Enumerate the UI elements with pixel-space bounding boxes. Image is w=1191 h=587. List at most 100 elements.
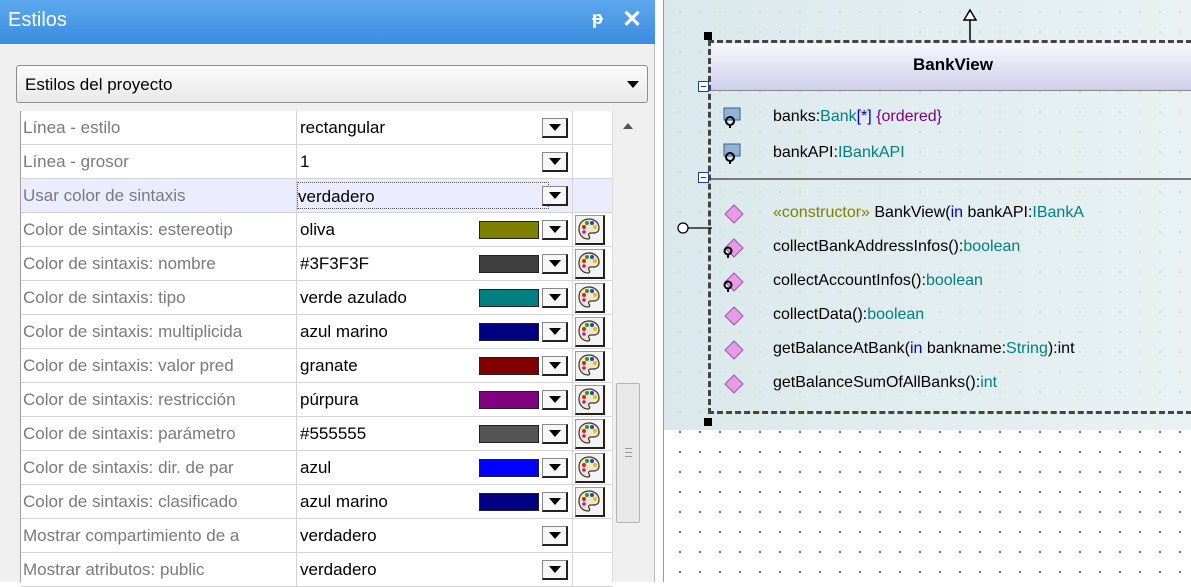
attribute-item[interactable]: banks:Bank[*] {ordered}: [773, 108, 942, 126]
property-value[interactable]: verdadero: [300, 553, 377, 586]
property-value[interactable]: granate: [300, 349, 358, 382]
property-label: Color de sintaxis: parámetro: [23, 417, 297, 450]
palette-icon: [578, 286, 600, 308]
color-swatch: [479, 493, 539, 511]
palette-icon: [578, 456, 600, 478]
panel-titlebar: Estilos ᵽ ✕: [0, 0, 655, 44]
selection-handle[interactable]: [704, 418, 712, 426]
color-palette-button[interactable]: [575, 317, 605, 347]
close-icon[interactable]: ✕: [622, 5, 642, 34]
color-palette-button[interactable]: [575, 249, 605, 279]
property-row[interactable]: Mostrar compartimiento de a verdadero: [21, 519, 613, 553]
value-dropdown-button[interactable]: [542, 356, 568, 376]
color-swatch: [479, 289, 539, 307]
value-dropdown-button[interactable]: [542, 458, 568, 478]
pin-icon[interactable]: ᵽ: [592, 8, 603, 29]
color-palette-button[interactable]: [575, 283, 605, 313]
property-row[interactable]: Color de sintaxis: dir. de par azul: [21, 451, 613, 485]
uml-class-box[interactable]: BankView banks:Bank[*] {ordered} bankAPI:…: [708, 40, 1191, 414]
member-text-part: boolean: [963, 238, 1021, 255]
property-row[interactable]: Color de sintaxis: parámetro #555555: [21, 417, 613, 451]
property-row[interactable]: Línea - grosor 1: [21, 145, 613, 179]
member-text-part: in: [950, 204, 964, 221]
value-dropdown-button[interactable]: [542, 254, 568, 274]
property-row[interactable]: Color de sintaxis: estereotip oliva: [21, 213, 613, 247]
value-dropdown-button[interactable]: [542, 526, 568, 546]
operation-item[interactable]: getBalanceAtBank(in bankname:String):int: [773, 340, 1075, 358]
property-row[interactable]: Usar color de sintaxis verdadero: [21, 179, 613, 213]
member-text-part: getBalanceAtBank(: [773, 340, 910, 357]
styles-scope-dropdown[interactable]: Estilos del proyecto: [16, 65, 648, 103]
property-value[interactable]: rectangular: [300, 111, 385, 144]
operation-item[interactable]: collectBankAddressInfos():boolean: [773, 238, 1020, 256]
class-header[interactable]: BankView: [711, 43, 1191, 91]
property-value[interactable]: verdadero: [297, 182, 549, 209]
property-row[interactable]: Color de sintaxis: nombre #3F3F3F: [21, 247, 613, 281]
member-text-part: bankname:: [922, 340, 1007, 357]
property-value[interactable]: azul marino: [300, 315, 388, 348]
cell-divider: [572, 349, 573, 382]
palette-icon: [578, 490, 600, 512]
property-value[interactable]: púrpura: [300, 383, 359, 416]
property-row[interactable]: Color de sintaxis: multiplicida azul mari…: [21, 315, 613, 349]
palette-icon: [578, 422, 600, 444]
color-palette-button[interactable]: [575, 419, 605, 449]
property-label: Color de sintaxis: multiplicida: [23, 315, 297, 348]
color-palette-button[interactable]: [575, 351, 605, 381]
property-grid-scrollbar[interactable]: [612, 111, 642, 582]
color-palette-button[interactable]: [575, 385, 605, 415]
operation-item[interactable]: getBalanceSumOfAllBanks():int: [773, 374, 997, 392]
operation-item[interactable]: collectData():boolean: [773, 306, 924, 324]
cell-divider: [572, 553, 573, 586]
value-dropdown-button[interactable]: [542, 390, 568, 410]
operation-item[interactable]: collectAccountInfos():boolean: [773, 272, 983, 290]
value-dropdown-button[interactable]: [542, 288, 568, 308]
attribute-item[interactable]: bankAPI:IBankAPI: [773, 144, 905, 162]
color-palette-button[interactable]: [575, 487, 605, 517]
cell-divider: [572, 315, 573, 348]
property-value[interactable]: verdadero: [300, 519, 377, 552]
operations-compartment: «constructor» BankView(in bankAPI:IBankA…: [711, 182, 1191, 412]
property-label: Color de sintaxis: restricción: [23, 383, 297, 416]
property-value[interactable]: verde azulado: [300, 281, 407, 314]
scrollbar-thumb[interactable]: [616, 383, 640, 523]
member-text-part: in: [909, 340, 923, 357]
selection-handle[interactable]: [704, 32, 712, 40]
member-text-part: int: [980, 374, 998, 391]
chevron-down-icon: [627, 81, 639, 88]
value-dropdown-button[interactable]: [542, 424, 568, 444]
operation-item[interactable]: «constructor» BankView(in bankAPI:IBankA: [773, 204, 1084, 222]
property-value[interactable]: azul marino: [300, 485, 388, 518]
property-value[interactable]: azul: [300, 451, 331, 484]
value-dropdown-button[interactable]: [542, 322, 568, 342]
member-text-part: String: [1006, 340, 1048, 357]
property-row[interactable]: Color de sintaxis: restricción púrpura: [21, 383, 613, 417]
color-palette-button[interactable]: [575, 453, 605, 483]
property-row[interactable]: Línea - estilo rectangular: [21, 111, 613, 145]
palette-icon: [578, 320, 600, 342]
scroll-up-icon[interactable]: [623, 123, 633, 129]
value-dropdown-button[interactable]: [542, 186, 568, 206]
value-dropdown-button[interactable]: [542, 118, 568, 138]
value-dropdown-button[interactable]: [542, 560, 568, 580]
private-operation-icon: [723, 237, 744, 258]
property-grid: Línea - estilo rectangular Línea - grosor 1…: [20, 111, 613, 587]
property-value[interactable]: 1: [300, 145, 309, 178]
property-row[interactable]: Color de sintaxis: tipo verde azulado: [21, 281, 613, 315]
collapse-attributes-icon[interactable]: [698, 81, 709, 92]
color-swatch: [479, 425, 539, 443]
generalization-connector[interactable]: [950, 0, 990, 45]
value-dropdown-button[interactable]: [542, 152, 568, 172]
cell-divider: [572, 383, 573, 416]
property-row[interactable]: Color de sintaxis: valor pred granate: [21, 349, 613, 383]
color-palette-button[interactable]: [575, 215, 605, 245]
value-dropdown-button[interactable]: [542, 220, 568, 240]
collapse-operations-icon[interactable]: [698, 172, 709, 183]
property-value[interactable]: #3F3F3F: [300, 247, 369, 280]
value-dropdown-button[interactable]: [542, 492, 568, 512]
cell-divider: [572, 281, 573, 314]
property-value[interactable]: #555555: [300, 417, 366, 450]
property-row[interactable]: Color de sintaxis: clasificado azul marin…: [21, 485, 613, 519]
diagram-canvas[interactable]: BankView banks:Bank[*] {ordered} bankAPI:…: [663, 0, 1191, 582]
property-value[interactable]: oliva: [300, 213, 335, 246]
